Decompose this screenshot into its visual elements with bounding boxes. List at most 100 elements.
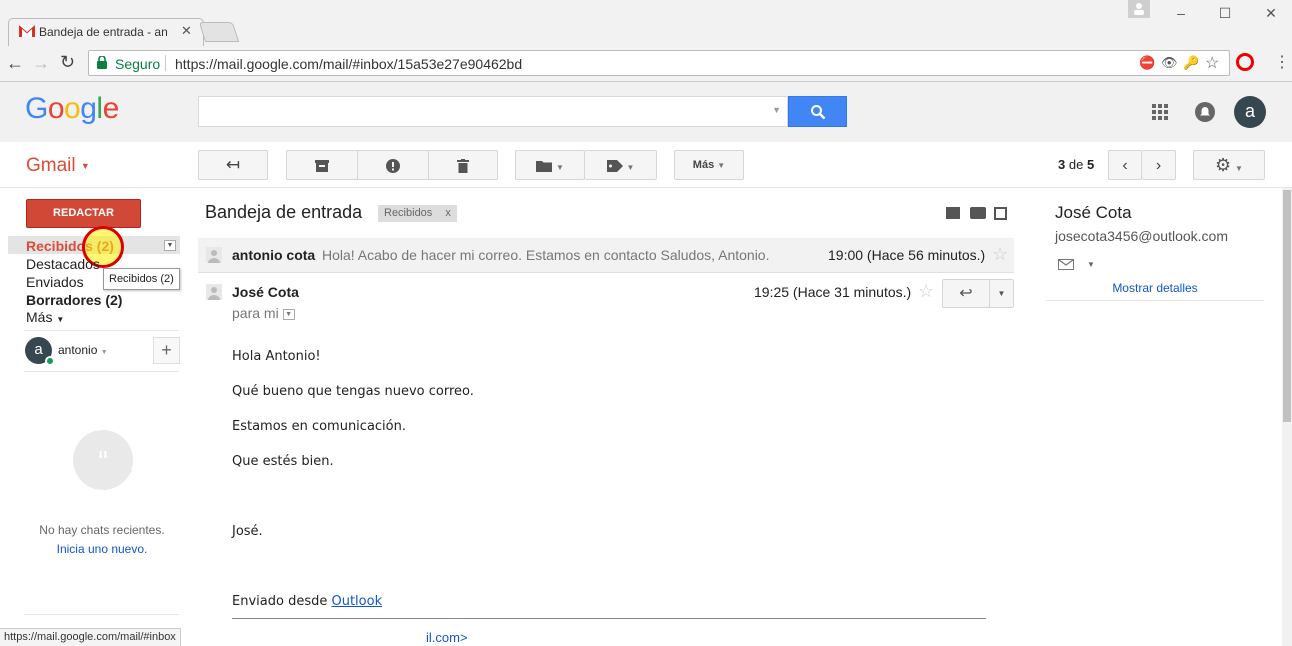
back-icon[interactable]: ← <box>6 53 24 74</box>
omnibox-divider <box>165 55 166 71</box>
mail-envelope-icon[interactable] <box>1058 259 1074 270</box>
chevron-right-icon: › <box>1155 157 1162 174</box>
newer-button[interactable]: ‹ <box>1108 150 1142 180</box>
archive-button[interactable] <box>287 151 357 179</box>
caret-down-icon: ▼ <box>56 315 65 324</box>
search-options-icon[interactable]: ▼ <box>772 105 781 115</box>
bookmark-star-icon[interactable]: ☆ <box>1205 53 1219 73</box>
sidebar-divider <box>24 330 179 331</box>
compose-button[interactable]: REDACTAR <box>26 199 141 228</box>
hangouts-user-name[interactable]: antonio ▼ <box>58 343 108 357</box>
url-text: https://mail.google.com/mail/#inbox/15a5… <box>175 56 523 72</box>
contact-name: José Cota <box>1055 203 1132 222</box>
sidebar-item-more[interactable]: Más ▼ <box>26 308 64 329</box>
hangouts-quote-icon: " <box>73 430 133 490</box>
maximize-icon[interactable]: ☐ <box>1216 4 1234 22</box>
delete-button[interactable] <box>429 151 497 179</box>
body-line: Qué bueno que tengas nuevo correo. <box>232 384 474 399</box>
gmail-menu[interactable]: Gmail ▼ <box>26 155 90 177</box>
show-details-link[interactable]: Mostrar detalles <box>1046 281 1264 295</box>
profile-icon[interactable] <box>1128 0 1150 18</box>
quoted-email-text[interactable]: il.com> <box>426 630 468 645</box>
menu-dots-icon[interactable]: ⋮ <box>1274 52 1290 72</box>
reload-icon[interactable]: ↻ <box>60 52 75 73</box>
search-button[interactable] <box>788 96 847 127</box>
close-window-icon[interactable]: ✕ <box>1262 4 1280 22</box>
sender-avatar-icon <box>206 284 222 300</box>
extension-blocked-icon[interactable]: ⛔ <box>1139 55 1155 71</box>
sidebar-divider <box>24 371 179 372</box>
inbox-options-icon[interactable]: ▼ <box>164 240 176 251</box>
new-chat-button[interactable]: + <box>153 337 180 364</box>
start-chat-link[interactable]: Inicia uno nuevo. <box>0 542 204 556</box>
caret-down-icon: ▼ <box>555 163 564 172</box>
remove-label-icon[interactable]: x <box>445 207 451 219</box>
browser-titlebar: Bandeja de entrada - an ✕ – ☐ ✕ <box>0 0 1292 46</box>
settings-button[interactable]: ⚙ ▼ <box>1193 150 1265 180</box>
sidebar-item-starred[interactable]: Destacados <box>26 255 100 273</box>
expanded-time: 19:25 (Hace 31 minutos.) <box>754 284 912 300</box>
expand-all-icon[interactable] <box>946 207 960 219</box>
tab-title: Bandeja de entrada - an <box>39 25 168 39</box>
eye-icon[interactable]: 👁 <box>1161 55 1178 71</box>
labels-button[interactable]: ▼ <box>585 150 657 180</box>
page-scrollbar[interactable] <box>1282 188 1292 646</box>
body-line-signoff: José. <box>232 524 263 539</box>
scrollbar-thumb[interactable] <box>1283 190 1291 422</box>
more-actions-button[interactable]: Más ▼ <box>674 150 744 180</box>
forward-icon[interactable]: → <box>32 53 50 74</box>
sidebar-item-drafts[interactable]: Borradores (2) <box>26 291 122 309</box>
folder-icon <box>536 161 553 173</box>
browser-tab[interactable]: Bandeja de entrada - an ✕ <box>8 18 204 46</box>
trash-icon <box>457 158 469 173</box>
more-nav-label: Más <box>26 309 53 325</box>
body-line-greeting: Hola Antonio! <box>232 349 321 364</box>
no-chats-text: No hay chats recientes. <box>39 523 165 537</box>
apps-grid-icon[interactable] <box>1152 104 1168 120</box>
more-label: Más <box>692 159 715 171</box>
caret-down-icon: ▼ <box>100 349 108 356</box>
contact-email: josecota3456@outlook.com <box>1055 228 1228 244</box>
online-status-icon <box>45 356 55 366</box>
caret-down-icon: ▼ <box>717 161 726 170</box>
star-icon[interactable]: ☆ <box>992 244 1008 265</box>
key-icon[interactable]: 🔑 <box>1183 55 1199 71</box>
close-tab-icon[interactable]: ✕ <box>181 23 192 39</box>
secure-label: Seguro <box>115 56 161 72</box>
print-icon[interactable] <box>970 207 986 219</box>
expanded-sender[interactable]: José Cota <box>232 284 299 300</box>
caret-down-icon[interactable]: ▼ <box>1087 260 1095 269</box>
gmail-label: Gmail <box>26 155 76 176</box>
reply-button[interactable]: ↩ <box>942 279 990 308</box>
older-button[interactable]: › <box>1142 150 1176 180</box>
collapsed-time: 19:00 (Hace 56 minutos.) <box>828 247 986 263</box>
move-to-folder-button[interactable]: ▼ <box>515 150 585 180</box>
sidebar-item-sent[interactable]: Enviados <box>26 273 84 291</box>
sidebar-bottom-divider <box>24 614 179 615</box>
page-of: de <box>1068 157 1084 172</box>
back-to-inbox-button[interactable]: ↤ <box>198 150 268 180</box>
body-line: Que estés bien. <box>232 454 334 469</box>
star-icon[interactable]: ☆ <box>918 281 934 302</box>
caret-down-icon: ▼ <box>626 163 635 172</box>
report-spam-button[interactable] <box>358 151 428 179</box>
open-new-window-icon[interactable] <box>994 207 1007 220</box>
outlook-link[interactable]: Outlook <box>331 594 382 609</box>
label-chip[interactable]: Recibidos x <box>378 205 457 222</box>
account-avatar[interactable]: a <box>1234 96 1266 128</box>
opera-icon[interactable] <box>1236 53 1254 71</box>
reply-icon: ↩ <box>959 285 973 302</box>
new-tab-button[interactable] <box>198 22 240 42</box>
sender-avatar-icon <box>206 247 222 263</box>
minimize-icon[interactable]: – <box>1172 4 1190 22</box>
recipients-line[interactable]: para mi ▼ <box>232 305 295 321</box>
address-bar[interactable]: Seguro https://mail.google.com/mail/#inb… <box>88 50 1230 76</box>
search-input[interactable]: ▼ <box>198 96 788 127</box>
notifications-bell-icon[interactable] <box>1195 102 1215 122</box>
user-name: antonio <box>58 343 98 357</box>
browser-toolbar: ← → ↻ Seguro https://mail.google.com/mai… <box>0 46 1292 82</box>
tag-icon <box>606 160 623 173</box>
google-logo[interactable]: Google <box>25 92 119 126</box>
more-reply-options-button[interactable]: ▼ <box>989 279 1014 308</box>
show-details-icon[interactable]: ▼ <box>282 308 295 320</box>
